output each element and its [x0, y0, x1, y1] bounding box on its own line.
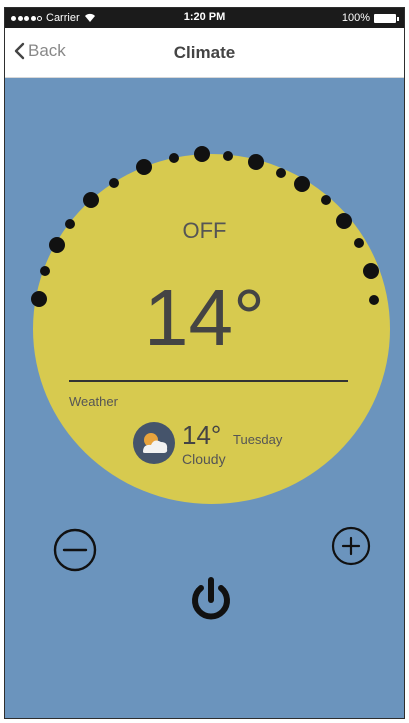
decrease-temperature-button[interactable]	[53, 528, 97, 572]
mode-status: OFF	[182, 218, 227, 243]
weather-temperature: 14°	[182, 420, 222, 450]
partly-cloudy-icon	[133, 422, 175, 464]
increase-temperature-button[interactable]	[331, 526, 371, 566]
weather-day: Tuesday	[233, 432, 283, 447]
page-title: Climate	[173, 43, 236, 62]
phone-screen: Carrier 1:20 PM 100% Back Climate OFF 14…	[4, 7, 405, 719]
divider	[69, 380, 348, 382]
plus-circle-icon	[331, 526, 371, 566]
navigation-bar: Back Climate	[5, 28, 404, 78]
power-button[interactable]	[185, 574, 237, 626]
status-bar: Carrier 1:20 PM 100%	[5, 8, 404, 28]
power-icon	[192, 577, 230, 620]
battery-icon	[374, 13, 399, 23]
battery-status: 100%	[341, 12, 399, 24]
battery-percent: 100%	[341, 12, 370, 24]
weather-condition: Cloudy	[182, 451, 226, 467]
current-temperature: 14°	[144, 273, 265, 362]
weather-label: Weather	[69, 394, 118, 409]
minus-circle-icon	[53, 528, 97, 572]
